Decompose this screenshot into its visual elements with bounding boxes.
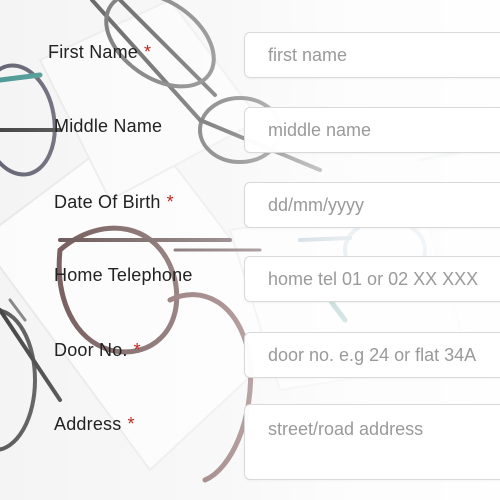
- address-label: Address *: [54, 414, 135, 435]
- middle-name-label: Middle Name: [54, 116, 162, 137]
- address-label-text: Address: [54, 414, 122, 434]
- home-telephone-input[interactable]: [244, 256, 500, 302]
- home-telephone-label: Home Telephone: [54, 265, 193, 286]
- door-no-input[interactable]: [244, 332, 500, 378]
- middle-name-label-text: Middle Name: [54, 116, 163, 136]
- date-of-birth-label-text: Date Of Birth: [54, 192, 161, 212]
- required-asterisk: *: [133, 340, 141, 360]
- first-name-input[interactable]: [244, 32, 500, 78]
- date-of-birth-input[interactable]: [244, 182, 500, 228]
- first-name-label: First Name *: [48, 42, 151, 63]
- address-textarea[interactable]: [244, 404, 500, 480]
- required-asterisk: *: [144, 42, 152, 62]
- first-name-label-text: First Name: [48, 42, 139, 62]
- required-asterisk: *: [166, 192, 174, 212]
- door-no-label: Door No. *: [54, 340, 141, 361]
- required-asterisk: *: [127, 414, 135, 434]
- home-telephone-label-text: Home Telephone: [54, 265, 193, 285]
- middle-name-input[interactable]: [244, 107, 500, 153]
- page: First Name* Middle Name Date Of Birth* H…: [0, 0, 500, 500]
- door-no-label-text: Door No.: [54, 340, 128, 360]
- date-of-birth-label: Date Of Birth *: [54, 192, 174, 213]
